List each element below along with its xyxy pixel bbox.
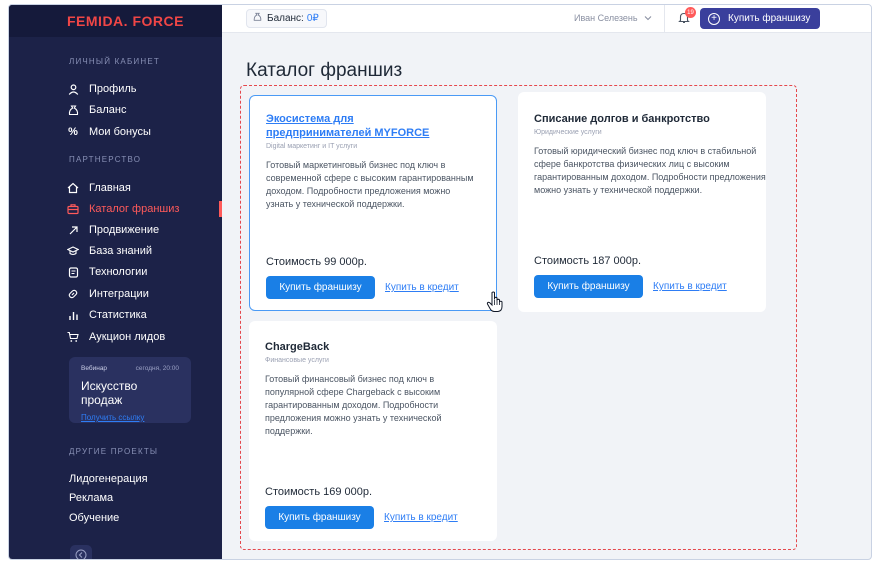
webinar-title: Искусство продаж xyxy=(81,379,138,407)
sidebar-item-knowledge-base[interactable]: База знаний xyxy=(67,243,152,259)
buy-on-credit-link[interactable]: Купить в кредит xyxy=(384,512,458,523)
cart-icon xyxy=(67,331,79,343)
webinar-tag: Вебинар xyxy=(81,365,108,372)
section-title-partnership: ПАРТНЕРСТВО xyxy=(69,155,142,164)
sidebar-item-label: Главная xyxy=(89,182,131,194)
sidebar-item-label: Профиль xyxy=(89,83,137,95)
buy-franchise-button[interactable]: Купить франшизу xyxy=(266,276,375,299)
document-icon xyxy=(67,266,79,278)
brand-logo[interactable]: FEMIDA. FORCE xyxy=(9,5,222,37)
card-description: Готовый финансовый бизнес под ключ в поп… xyxy=(265,374,442,436)
sidebar-item-home[interactable]: Главная xyxy=(67,180,131,196)
balance-label: Баланс: xyxy=(267,13,304,24)
chevron-down-icon xyxy=(644,14,652,23)
graduation-cap-icon xyxy=(67,245,79,257)
top-header: Баланс: 0₽ Иван Селезень 19 + Купить фра… xyxy=(222,5,871,33)
franchise-card[interactable]: Списание долгов и банкротство Юридически… xyxy=(518,92,766,312)
sidebar-item-promotion[interactable]: Продвижение xyxy=(67,222,159,238)
bar-chart-icon xyxy=(67,309,79,321)
notification-badge: 19 xyxy=(685,7,696,18)
sidebar: FEMIDA. FORCE ЛИЧНЫЙ КАБИНЕТ Профиль Бал… xyxy=(9,5,222,559)
money-bag-icon xyxy=(253,12,262,25)
page-title: Каталог франшиз xyxy=(246,60,403,81)
balance-widget[interactable]: Баланс: 0₽ xyxy=(246,9,327,28)
sidebar-item-lead-auction[interactable]: Аукцион лидов xyxy=(67,329,165,345)
sidebar-item-catalog[interactable]: Каталог франшиз xyxy=(67,201,179,217)
sidebar-item-statistics[interactable]: Статистика xyxy=(67,307,147,323)
chevron-left-icon xyxy=(75,549,87,559)
sidebar-item-label: Аукцион лидов xyxy=(89,331,166,343)
user-icon xyxy=(67,83,79,95)
buy-franchise-header-button[interactable]: + Купить франшизу xyxy=(700,8,821,29)
sidebar-item-label: Продвижение xyxy=(89,224,160,236)
sidebar-item-label: Технологии xyxy=(89,266,148,278)
header-divider xyxy=(664,5,665,33)
other-project-ads[interactable]: Реклама xyxy=(69,492,113,504)
money-bag-icon xyxy=(67,104,79,116)
user-name: Иван Селезень xyxy=(574,13,638,23)
card-description: Готовый маркетинговый бизнес под ключ в … xyxy=(266,160,474,209)
plus-circle-icon: + xyxy=(708,12,720,25)
buy-franchise-header-label: Купить франшизу xyxy=(728,13,811,24)
user-menu[interactable]: Иван Селезень xyxy=(574,13,652,23)
card-description: Готовый юридический бизнес под ключ в ст… xyxy=(534,146,766,195)
card-title[interactable]: Списание долгов и банкротство xyxy=(534,112,764,126)
percent-icon: % xyxy=(68,126,78,138)
sidebar-item-balance[interactable]: Баланс xyxy=(67,102,126,118)
link-icon xyxy=(67,288,79,300)
franchise-card[interactable]: ChargeBack Финансовые услуги Готовый фин… xyxy=(249,321,497,541)
app-window: FEMIDA. FORCE ЛИЧНЫЙ КАБИНЕТ Профиль Бал… xyxy=(8,4,872,560)
hand-cursor-icon xyxy=(486,291,503,312)
buy-on-credit-link[interactable]: Купить в кредит xyxy=(653,281,727,292)
card-price: Стоимость 187 000р. xyxy=(534,255,642,267)
card-title[interactable]: Экосистема для предпринимателей MYFORCE xyxy=(266,112,456,140)
sidebar-item-label: Каталог франшиз xyxy=(89,203,180,215)
active-item-marker xyxy=(219,201,222,217)
card-category: Digital маркетинг и IT услуги xyxy=(266,143,358,150)
card-price: Стоимость 99 000р. xyxy=(266,256,367,268)
home-icon xyxy=(67,182,79,194)
sidebar-item-label: Мои бонусы xyxy=(89,126,151,138)
card-price: Стоимость 169 000р. xyxy=(265,486,373,498)
notifications-button[interactable]: 19 xyxy=(676,7,696,27)
buy-on-credit-link[interactable]: Купить в кредит xyxy=(385,282,459,293)
section-title-cabinet: ЛИЧНЫЙ КАБИНЕТ xyxy=(69,57,160,66)
section-title-other-projects: ДРУГИЕ ПРОЕКТЫ xyxy=(69,447,159,456)
sidebar-item-bonuses[interactable]: % Мои бонусы xyxy=(67,124,151,140)
sidebar-item-technologies[interactable]: Технологии xyxy=(67,264,147,280)
sidebar-item-label: Баланс xyxy=(89,104,127,116)
sidebar-item-label: Интеграции xyxy=(89,288,149,300)
webinar-get-link[interactable]: Получить ссылку xyxy=(81,413,144,422)
briefcase-icon xyxy=(67,203,79,215)
buy-franchise-button[interactable]: Купить франшизу xyxy=(265,506,374,529)
webinar-time: сегодня, 20:00 xyxy=(135,365,179,372)
sidebar-collapse-button[interactable] xyxy=(70,545,92,559)
buy-franchise-button[interactable]: Купить франшизу xyxy=(534,275,643,298)
franchise-card[interactable]: Экосистема для предпринимателей MYFORCE … xyxy=(249,95,497,311)
other-project-education[interactable]: Обучение xyxy=(69,512,119,524)
card-category: Юридические услуги xyxy=(534,129,602,136)
sidebar-item-label: База знаний xyxy=(89,245,153,257)
webinar-card: Вебинар сегодня, 20:00 Искусство продаж … xyxy=(69,357,191,423)
arrow-up-right-icon xyxy=(67,224,79,236)
card-category: Финансовые услуги xyxy=(265,357,329,364)
other-project-leadgen[interactable]: Лидогенерация xyxy=(69,473,148,485)
sidebar-item-integrations[interactable]: Интеграции xyxy=(67,286,149,302)
balance-amount: 0₽ xyxy=(306,13,319,24)
card-title[interactable]: ChargeBack xyxy=(265,340,481,354)
sidebar-item-label: Статистика xyxy=(89,309,147,321)
sidebar-item-profile[interactable]: Профиль xyxy=(67,81,137,97)
